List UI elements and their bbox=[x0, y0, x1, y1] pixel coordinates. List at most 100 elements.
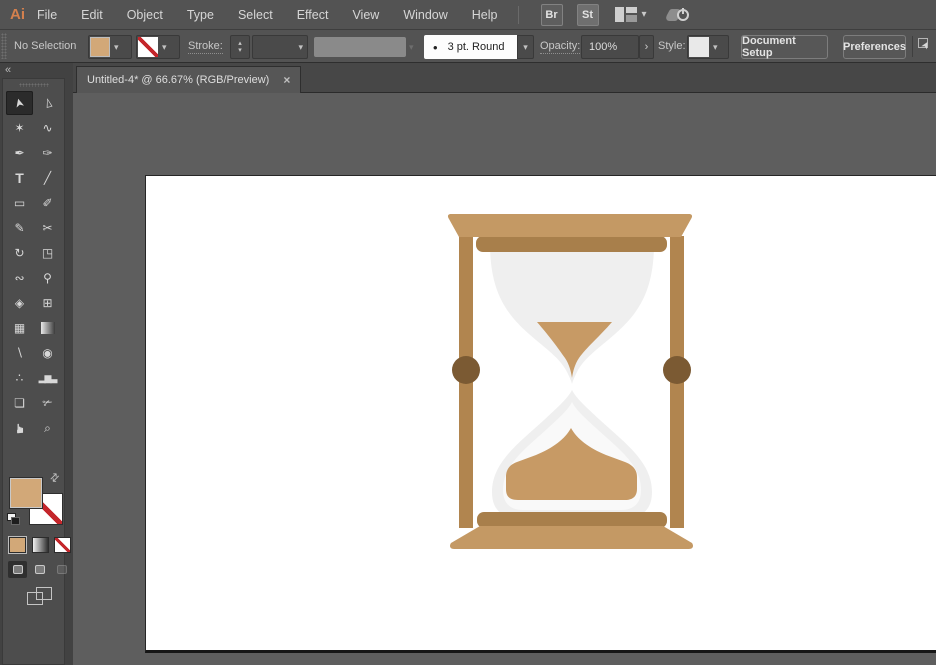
brush-definition-value: 3 pt. Round bbox=[448, 41, 505, 53]
direct-selection-tool[interactable]: ▻ bbox=[34, 91, 61, 115]
opacity-field[interactable]: 100% bbox=[581, 35, 639, 59]
perspective-grid-tool[interactable]: ⊞ bbox=[34, 291, 61, 315]
stroke-weight-stepper[interactable]: ▴ ▾ bbox=[230, 35, 250, 59]
lasso-tool[interactable]: ∿ bbox=[34, 116, 61, 140]
brush-definition-field[interactable]: • 3 pt. Round bbox=[424, 35, 517, 59]
opacity-expand-button[interactable]: › bbox=[639, 35, 654, 59]
stepper-down-icon[interactable]: ▾ bbox=[231, 47, 249, 54]
blend-tool[interactable]: ◉ bbox=[34, 341, 61, 365]
paintbrush-tool[interactable]: ✐ bbox=[34, 191, 61, 215]
hand-tool[interactable]: ☛ bbox=[6, 416, 33, 440]
style-dropdown[interactable]: ▾ bbox=[687, 35, 729, 59]
sync-status-icon[interactable] bbox=[667, 6, 691, 24]
column-graph-tool[interactable]: ▂▆▃ bbox=[34, 366, 61, 390]
shape-builder-tool-icon: ◈ bbox=[15, 297, 24, 309]
document-setup-button[interactable]: Document Setup bbox=[741, 35, 828, 59]
bridge-button[interactable]: Br bbox=[541, 4, 563, 26]
workspace-icon-part bbox=[615, 7, 624, 22]
style-swatch[interactable] bbox=[689, 37, 709, 57]
close-icon[interactable]: × bbox=[283, 73, 290, 87]
hourglass-artwork[interactable] bbox=[440, 205, 700, 555]
none-mode-button[interactable] bbox=[54, 537, 71, 553]
draw-inside-button[interactable] bbox=[52, 561, 71, 578]
screen-mode-icon-part bbox=[27, 592, 43, 605]
rotate-tool[interactable]: ↻ bbox=[6, 241, 33, 265]
pen-tool[interactable]: ✒ bbox=[6, 141, 33, 165]
panel-flyout-icon[interactable]: ➤ bbox=[918, 38, 934, 54]
default-stroke-part bbox=[11, 517, 20, 525]
stroke-none-swatch[interactable] bbox=[138, 37, 158, 57]
artboard-tool[interactable]: ❏ bbox=[6, 391, 33, 415]
variable-width-profile-field[interactable] bbox=[314, 37, 406, 57]
stepper-up-icon[interactable]: ▴ bbox=[231, 40, 249, 47]
draw-behind-button[interactable] bbox=[30, 561, 49, 578]
menu-edit[interactable]: Edit bbox=[69, 0, 115, 30]
fill-color-swatch[interactable] bbox=[90, 37, 110, 57]
color-mode-button[interactable] bbox=[9, 537, 26, 553]
chevron-down-icon[interactable]: ▾ bbox=[642, 9, 647, 20]
width-tool-icon: ∾ bbox=[14, 272, 24, 284]
symbol-sprayer-tool[interactable]: ∴ bbox=[6, 366, 33, 390]
brush-definition-dropdown-button[interactable]: ▾ bbox=[517, 35, 534, 59]
workspace-icon-part bbox=[626, 15, 637, 22]
swap-fill-stroke-icon[interactable]: ⇄ bbox=[47, 470, 63, 486]
type-tool[interactable]: T bbox=[6, 166, 33, 190]
selection-tool[interactable]: ➤ bbox=[6, 91, 33, 115]
slice-tool-icon: ✃ bbox=[42, 397, 52, 409]
puppet-warp-tool[interactable]: ⚲ bbox=[34, 266, 61, 290]
divider bbox=[518, 6, 519, 24]
slice-tool[interactable]: ✃ bbox=[34, 391, 61, 415]
preferences-button[interactable]: Preferences bbox=[843, 35, 906, 59]
stroke-weight-dropdown[interactable]: ▾ bbox=[252, 35, 308, 59]
change-screen-mode-button[interactable] bbox=[27, 587, 53, 607]
rectangle-tool[interactable]: ▭ bbox=[6, 191, 33, 215]
menu-type[interactable]: Type bbox=[175, 0, 226, 30]
menu-window[interactable]: Window bbox=[391, 0, 459, 30]
panel-grip[interactable] bbox=[19, 83, 49, 87]
draw-inside-icon bbox=[57, 565, 67, 574]
draw-normal-button[interactable] bbox=[8, 561, 27, 578]
gradient-tool[interactable] bbox=[34, 316, 61, 340]
menu-effect[interactable]: Effect bbox=[285, 0, 341, 30]
selection-tool-icon: ➤ bbox=[12, 97, 26, 110]
width-tool[interactable]: ∾ bbox=[6, 266, 33, 290]
curvature-tool[interactable]: ✑ bbox=[34, 141, 61, 165]
paintbrush-tool-icon: ✐ bbox=[42, 197, 52, 209]
hourglass-bottom-cap bbox=[477, 512, 667, 528]
direct-selection-tool-icon: ▻ bbox=[41, 97, 55, 109]
stroke-weight-label[interactable]: Stroke: bbox=[188, 40, 223, 54]
default-fill-stroke-icon[interactable] bbox=[7, 513, 21, 526]
magic-wand-tool[interactable]: ✶ bbox=[6, 116, 33, 140]
canvas-area[interactable] bbox=[73, 93, 936, 665]
workspace-switcher-icon[interactable] bbox=[615, 7, 637, 22]
power-icon bbox=[677, 9, 689, 21]
menu-view[interactable]: View bbox=[340, 0, 391, 30]
stock-button[interactable]: St bbox=[577, 4, 599, 26]
menu-file[interactable]: File bbox=[25, 0, 69, 30]
scissors-tool[interactable]: ✂ bbox=[34, 216, 61, 240]
zoom-tool[interactable]: ⌕ bbox=[34, 416, 61, 440]
line-segment-tool[interactable]: ╱ bbox=[34, 166, 61, 190]
document-tab[interactable]: Untitled-4* @ 66.67% (RGB/Preview) × bbox=[76, 66, 301, 93]
stroke-color-dropdown[interactable]: ▾ bbox=[136, 35, 180, 59]
menu-select[interactable]: Select bbox=[226, 0, 285, 30]
fill-swatch[interactable] bbox=[9, 477, 43, 509]
panel-grip[interactable] bbox=[1, 33, 7, 59]
eyedropper-tool[interactable]: ∖ bbox=[6, 341, 33, 365]
hourglass-top-cap bbox=[476, 236, 667, 252]
pencil-tool[interactable]: ✎ bbox=[6, 216, 33, 240]
artboard-tool-icon: ❏ bbox=[14, 397, 25, 409]
eyedropper-tool-icon: ∖ bbox=[16, 347, 24, 359]
menu-object[interactable]: Object bbox=[115, 0, 175, 30]
scissors-tool-icon: ✂ bbox=[42, 222, 52, 234]
collapse-panel-button[interactable]: « bbox=[5, 64, 11, 76]
illustrator-logo: Ai bbox=[10, 6, 25, 23]
menu-help[interactable]: Help bbox=[460, 0, 510, 30]
opacity-label[interactable]: Opacity: bbox=[540, 40, 580, 54]
shape-builder-tool[interactable]: ◈ bbox=[6, 291, 33, 315]
artboard[interactable] bbox=[145, 175, 936, 653]
mesh-tool[interactable]: ▦ bbox=[6, 316, 33, 340]
fill-color-dropdown[interactable]: ▾ bbox=[88, 35, 132, 59]
scale-tool[interactable]: ◳ bbox=[34, 241, 61, 265]
gradient-mode-button[interactable] bbox=[32, 537, 49, 553]
